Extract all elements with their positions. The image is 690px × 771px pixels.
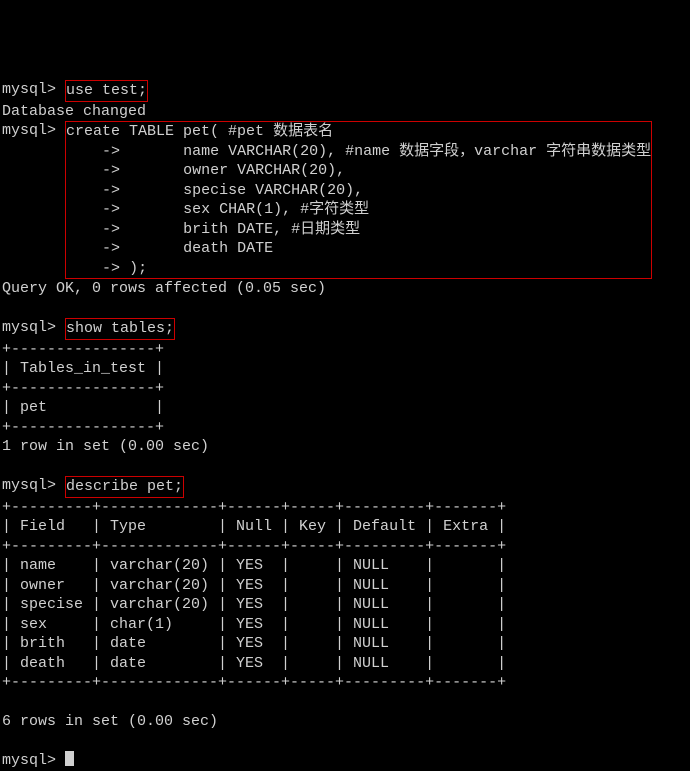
mysql-prompt: mysql> — [2, 752, 56, 769]
desc-border: +---------+-------------+------+-----+--… — [2, 674, 506, 691]
tables-border: +----------------+ — [2, 380, 164, 397]
cont-prompt: -> — [66, 162, 120, 179]
create-line-5: sex CHAR(1), #字符类型 — [129, 201, 369, 218]
desc-row-death: | death | date | YES | | NULL | | — [2, 655, 506, 672]
create-line-4: specise VARCHAR(20), — [129, 182, 363, 199]
create-line-6: brith DATE, #日期类型 — [129, 221, 360, 238]
response-db-changed: Database changed — [2, 103, 146, 120]
cont-prompt: -> — [66, 221, 120, 238]
cont-prompt: -> — [66, 240, 120, 257]
desc-row-owner: | owner | varchar(20) | YES | | NULL | | — [2, 577, 506, 594]
desc-header: | Field | Type | Null | Key | Default | … — [2, 518, 506, 535]
cont-prompt: -> — [66, 260, 120, 277]
cont-prompt: -> — [66, 182, 120, 199]
create-line-1: create TABLE pet( #pet 数据表名 — [66, 123, 333, 140]
tables-row: | pet | — [2, 399, 164, 416]
response-1-row: 1 row in set (0.00 sec) — [2, 438, 209, 455]
create-line-7: death DATE — [129, 240, 273, 257]
cmd-create-table: create TABLE pet( #pet 数据表名 -> name VARC… — [65, 121, 652, 279]
desc-border: +---------+-------------+------+-----+--… — [2, 538, 506, 555]
response-query-ok: Query OK, 0 rows affected (0.05 sec) — [2, 280, 326, 297]
tables-border: +----------------+ — [2, 419, 164, 436]
cmd-describe-pet: describe pet; — [65, 476, 184, 498]
tables-header: | Tables_in_test | — [2, 360, 164, 377]
create-line-2: name VARCHAR(20), #name 数据字段，varchar 字符串… — [129, 143, 651, 160]
mysql-prompt: mysql> — [2, 477, 56, 494]
response-6-rows: 6 rows in set (0.00 sec) — [2, 713, 218, 730]
desc-row-brith: | brith | date | YES | | NULL | | — [2, 635, 506, 652]
tables-border: +----------------+ — [2, 341, 164, 358]
cont-prompt: -> — [66, 143, 120, 160]
cmd-show-tables: show tables; — [65, 318, 175, 340]
desc-row-specise: | specise | varchar(20) | YES | | NULL |… — [2, 596, 506, 613]
create-line-8: ); — [129, 260, 147, 277]
mysql-prompt: mysql> — [2, 122, 56, 139]
mysql-prompt: mysql> — [2, 319, 56, 336]
cursor[interactable] — [65, 751, 74, 766]
desc-row-name: | name | varchar(20) | YES | | NULL | | — [2, 557, 506, 574]
cont-prompt: -> — [66, 201, 120, 218]
desc-row-sex: | sex | char(1) | YES | | NULL | | — [2, 616, 506, 633]
create-line-3: owner VARCHAR(20), — [129, 162, 345, 179]
mysql-prompt: mysql> — [2, 81, 56, 98]
cmd-use-test: use test; — [65, 80, 148, 102]
desc-border: +---------+-------------+------+-----+--… — [2, 499, 506, 516]
